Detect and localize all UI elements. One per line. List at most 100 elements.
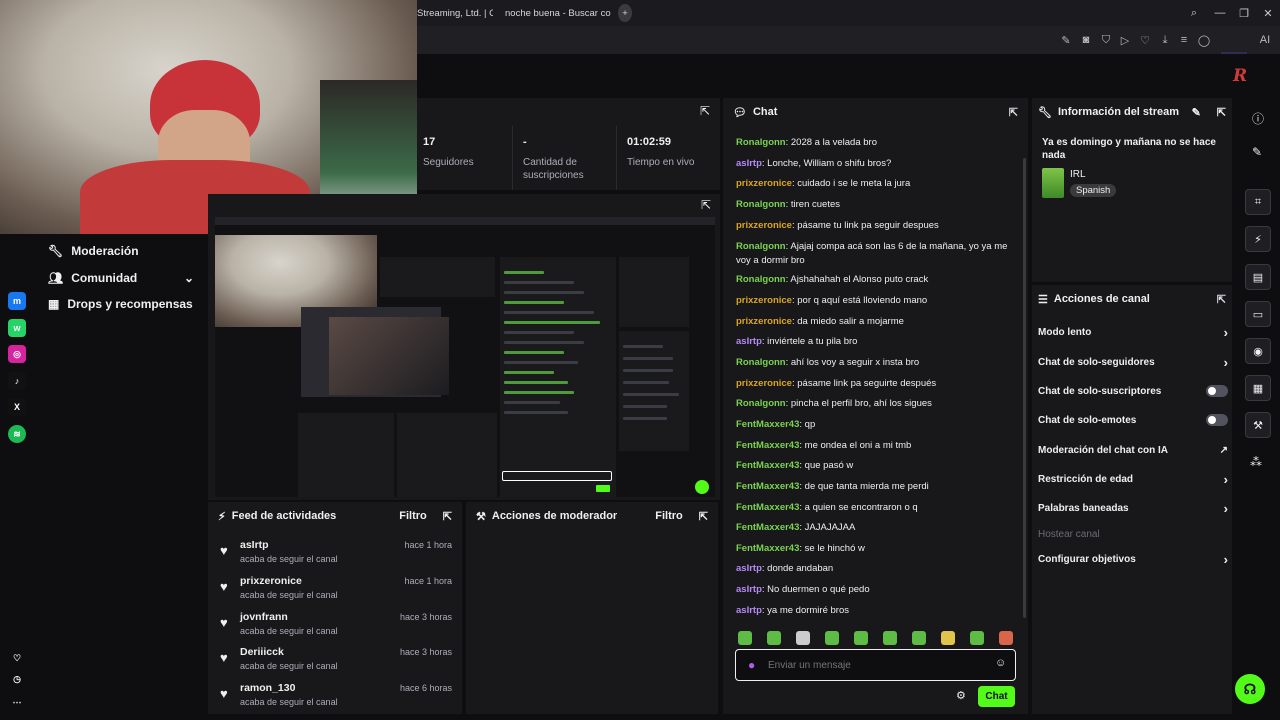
bolt-icon[interactable]: ⚡︎ (1245, 226, 1271, 252)
expand-icon[interactable]: ⇱ (443, 510, 452, 523)
chat-bubble-icon[interactable]: ▭ (1245, 301, 1271, 327)
edit-icon[interactable]: ✎ (1057, 31, 1075, 49)
action-slow-mode[interactable]: Modo lento › (1038, 322, 1228, 342)
category-label[interactable]: IRL (1070, 169, 1086, 180)
category-thumbnail[interactable] (1042, 168, 1064, 198)
instagram-icon[interactable]: ◎ (8, 345, 26, 363)
wrench-icon[interactable]: ⚒︎ (1245, 412, 1271, 438)
heart-icon[interactable]: ♡ (1136, 31, 1154, 49)
pencil-icon[interactable]: ✎ (1192, 106, 1201, 119)
filter-button[interactable]: Filtro (399, 510, 427, 522)
send-chat-button[interactable]: Chat (978, 686, 1015, 707)
action-banned-words[interactable]: Palabras baneadas › (1038, 498, 1228, 518)
microphone-icon[interactable]: ● (748, 658, 755, 672)
action-age-restriction[interactable]: Restricción de edad › (1038, 469, 1228, 489)
chat-username[interactable]: FentMaxxer43 (736, 522, 799, 533)
emote-icon[interactable] (970, 631, 984, 645)
expand-icon[interactable]: ⇱ (700, 104, 710, 118)
scan-icon[interactable]: ⌗ (1245, 189, 1271, 215)
profile-icon[interactable]: ◯ (1195, 31, 1213, 49)
chat-username[interactable]: asIrtp (736, 336, 762, 347)
feed-user[interactable]: prixzeronice (240, 575, 302, 587)
tiktok-icon[interactable]: ♪ (8, 372, 26, 390)
expand-icon[interactable]: ⇱ (1217, 106, 1226, 119)
document-icon[interactable]: ▤ (1245, 264, 1271, 290)
download-icon[interactable]: ⤓ (1156, 31, 1174, 49)
chat-username[interactable]: FentMaxxer43 (736, 481, 799, 492)
chat-username[interactable]: Ronalgonn (736, 137, 786, 148)
chat-username[interactable]: Ronalgonn (736, 241, 786, 252)
emote-icon[interactable] (738, 631, 752, 645)
chat-username[interactable]: Ronalgonn (736, 398, 786, 409)
action-goals[interactable]: Configurar objetivos › (1038, 549, 1228, 569)
minimize-icon[interactable]: — (1212, 5, 1228, 21)
emotes-only-toggle[interactable] (1206, 414, 1228, 426)
help-headset-icon[interactable]: ☊ (1235, 674, 1265, 704)
emote-icon[interactable] (796, 631, 810, 645)
settings-gear-icon[interactable]: ⚙ (956, 689, 966, 702)
tab-streaming[interactable]: Streaming, Ltd. | Cont (417, 4, 493, 22)
channel-avatar-logo[interactable]: R (1233, 66, 1247, 86)
subs-only-toggle[interactable] (1206, 385, 1228, 397)
feed-user[interactable]: ramon_130 (240, 682, 295, 694)
people-icon[interactable]: ⁂ (1250, 455, 1262, 469)
chat-username[interactable]: FentMaxxer43 (736, 419, 799, 430)
shield-icon[interactable]: ⛉ (1097, 31, 1115, 49)
chat-username[interactable]: prixzeronice (736, 378, 792, 389)
chat-username[interactable]: Ronalgonn (736, 274, 786, 285)
chat-username[interactable]: asIrtp (736, 605, 762, 616)
chat-username[interactable]: FentMaxxer43 (736, 502, 799, 513)
expand-icon[interactable]: ⇱ (699, 510, 708, 523)
feed-user[interactable]: Deriiicck (240, 646, 284, 658)
history-icon[interactable]: ◷ (8, 670, 26, 688)
chat-username[interactable]: prixzeronice (736, 295, 792, 306)
play-icon[interactable]: ▷ (1116, 31, 1134, 49)
emote-icon[interactable] (883, 631, 897, 645)
chat-username[interactable]: asIrtp (736, 158, 762, 169)
more-icon[interactable]: ⋯ (8, 693, 26, 711)
nav-drops[interactable]: ▦ Drops y recompensas (48, 294, 193, 314)
chat-username[interactable]: prixzeronice (736, 220, 792, 231)
expand-icon[interactable]: ⇱ (1217, 293, 1226, 306)
menu-icon[interactable]: ≡ (1175, 31, 1193, 49)
chat-input-box[interactable]: ● ☺ (735, 649, 1016, 681)
emote-icon[interactable] (999, 631, 1013, 645)
nav-comunidad[interactable]: 👥︎ Comunidad ⌄ (48, 268, 194, 288)
layout-icon[interactable]: ▦ (1245, 375, 1271, 401)
messenger-icon[interactable]: m (8, 292, 26, 310)
emote-icon[interactable] (854, 631, 868, 645)
heart-outline-icon[interactable]: ♡ (8, 649, 26, 667)
emoji-icon[interactable]: ☺ (995, 657, 1006, 669)
chat-username[interactable]: prixzeronice (736, 178, 792, 189)
ai-button[interactable]: AI (1252, 31, 1278, 49)
chat-username[interactable]: FentMaxxer43 (736, 440, 799, 451)
spotify-icon[interactable]: ≋ (8, 425, 26, 443)
whatsapp-icon[interactable]: w (8, 319, 26, 337)
chat-input[interactable] (768, 656, 988, 674)
feed-user[interactable]: jovnfrann (240, 611, 288, 623)
info-icon[interactable]: ⓘ (1252, 110, 1264, 127)
emote-icon[interactable] (825, 631, 839, 645)
camera-icon[interactable]: ◙ (1077, 31, 1095, 49)
new-tab-button[interactable]: + (618, 4, 632, 22)
pencil-icon[interactable]: ✎ (1252, 145, 1262, 159)
emote-icon[interactable] (767, 631, 781, 645)
chat-username[interactable]: FentMaxxer43 (736, 460, 799, 471)
action-followers-only[interactable]: Chat de solo-seguidores › (1038, 352, 1228, 372)
action-ai-moderation[interactable]: Moderación del chat con IA ↗ (1038, 440, 1228, 460)
chat-username[interactable]: asIrtp (736, 563, 762, 574)
x-icon[interactable]: X (8, 398, 26, 416)
chat-username[interactable]: Ronalgonn (736, 199, 786, 210)
search-icon[interactable]: ⌕ (1186, 5, 1202, 21)
feed-user[interactable]: asIrtp (240, 539, 269, 551)
close-icon[interactable]: ✕ (1260, 5, 1276, 21)
expand-icon[interactable]: ⇱ (1009, 106, 1018, 119)
restore-icon[interactable]: ❐ (1236, 5, 1252, 21)
language-tag[interactable]: Spanish (1070, 184, 1117, 197)
expand-icon[interactable]: ⇱ (701, 198, 711, 212)
chat-scrollbar[interactable] (1023, 158, 1026, 618)
chat-username[interactable]: prixzeronice (736, 316, 792, 327)
broadcast-icon[interactable]: ◉ (1245, 338, 1271, 364)
chat-username[interactable]: asIrtp (736, 584, 762, 595)
tab-search[interactable]: noche buena - Buscar con (501, 4, 611, 22)
